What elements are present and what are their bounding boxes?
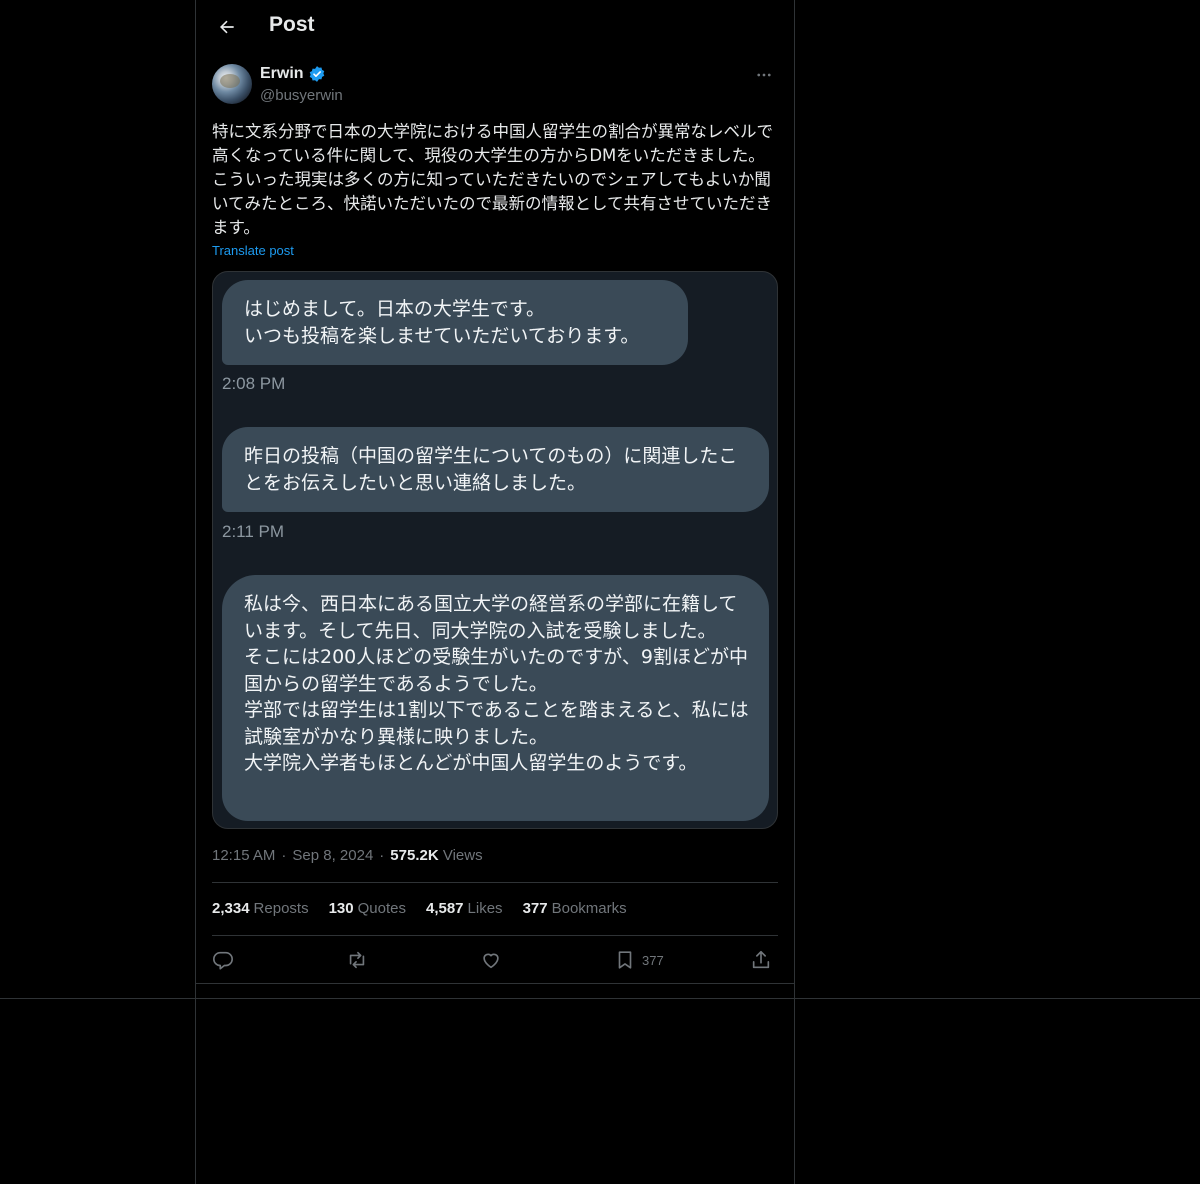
more-horizontal-icon [757, 73, 771, 77]
primary-column: Post Erwin @busyerwin 特に文系分野で日本の大学院における中… [195, 0, 795, 1184]
top-bar: Post [196, 0, 794, 54]
reposts-label: Reposts [253, 900, 309, 917]
heart-icon [483, 953, 499, 969]
divider [196, 983, 794, 984]
post-image[interactable]: はじめまして。日本の大学生です。 いつも投稿を楽しませていただいております。 2… [212, 271, 778, 829]
repost-button[interactable] [346, 946, 368, 974]
bookmarks-label: Bookmarks [551, 900, 627, 917]
views-count: 575.2K [390, 847, 439, 864]
translate-post-link[interactable]: Translate post [212, 243, 294, 258]
page-title: Post [269, 13, 315, 36]
engagement-stats: 2,334 Reposts 130 Quotes 4,587 Likes 377 Boo… [212, 900, 627, 917]
share-button[interactable] [750, 946, 772, 974]
action-bar: 377 [212, 946, 778, 974]
share-icon [752, 950, 770, 969]
divider [212, 882, 778, 883]
bookmark-icon [618, 951, 632, 969]
divider [212, 935, 778, 936]
like-button[interactable] [480, 946, 502, 974]
post-text: 特に文系分野で日本の大学院における中国人留学生の割合が異常なレベルで高くなってい… [212, 122, 773, 237]
bookmark-count: 377 [642, 952, 664, 968]
bookmarks-count: 377 [522, 900, 548, 917]
dm-message: 昨日の投稿（中国の留学生についてのもの）に関連したことをお伝えしたいと思い連絡し… [222, 427, 769, 512]
views-stat[interactable]: 575.2K Views [390, 847, 482, 864]
post-meta: 12:15 AM · Sep 8, 2024 · 575.2K Views [212, 847, 483, 864]
arrow-left-icon [220, 20, 234, 34]
quotes-label: Quotes [357, 900, 406, 917]
dm-message: 私は今、西日本にある国立大学の経営系の学部に在籍しています。そして先日、同大学院… [222, 575, 769, 821]
reposts-stat[interactable]: 2,334 Reposts [212, 900, 309, 917]
repost-icon [349, 951, 365, 969]
bookmarks-stat[interactable]: 377 Bookmarks [523, 900, 627, 917]
quotes-count: 130 [328, 900, 354, 917]
more-button[interactable] [750, 64, 778, 86]
post-date[interactable]: Sep 8, 2024 [292, 847, 373, 864]
reply-button[interactable] [212, 946, 234, 974]
likes-stat[interactable]: 4,587 Likes [426, 900, 503, 917]
dm-message: はじめまして。日本の大学生です。 いつも投稿を楽しませていただいております。 [222, 280, 688, 365]
post-time[interactable]: 12:15 AM [212, 847, 275, 864]
reply-icon [213, 951, 233, 970]
author-name-row: Erwin [260, 65, 326, 83]
views-label: Views [442, 847, 483, 864]
back-button[interactable] [212, 12, 242, 42]
verified-badge-icon[interactable] [308, 65, 326, 83]
author-handle[interactable]: @busyerwin [260, 87, 343, 104]
dm-timestamp: 2:08 PM [222, 374, 286, 393]
bookmark-button[interactable]: 377 [614, 946, 664, 974]
quotes-stat[interactable]: 130 Quotes [329, 900, 406, 917]
meta-separator: · [379, 847, 385, 864]
dm-timestamp: 2:11 PM [222, 522, 285, 541]
meta-separator: · [281, 847, 287, 864]
likes-label: Likes [467, 900, 503, 917]
avatar[interactable] [212, 64, 252, 104]
post-author: Erwin @busyerwin [212, 64, 778, 108]
likes-count: 4,587 [425, 900, 464, 917]
reposts-count: 2,334 [212, 900, 250, 917]
author-name[interactable]: Erwin [260, 65, 304, 83]
